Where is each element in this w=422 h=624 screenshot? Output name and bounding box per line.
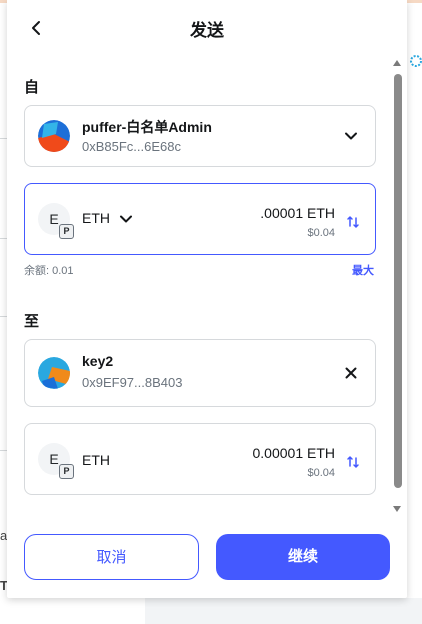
from-account-address: 0xB85Fc...6E68c xyxy=(82,139,181,154)
chevron-down-icon[interactable] xyxy=(343,128,359,144)
background-panel xyxy=(145,598,422,624)
asset-amount-card[interactable]: E P ETH .00001 ETH $0.04 xyxy=(24,183,376,255)
swap-vertical-icon[interactable] xyxy=(346,214,360,230)
background-divider xyxy=(0,450,7,451)
page-title: 发送 xyxy=(190,21,224,40)
account-avatar xyxy=(38,357,70,389)
background-divider xyxy=(0,316,7,317)
receive-amount: 0.00001 ETH xyxy=(252,445,336,461)
scrollbar-thumb[interactable] xyxy=(394,74,402,488)
cancel-button[interactable]: 取消 xyxy=(24,534,199,580)
receive-token-name: ETH xyxy=(82,452,110,468)
to-account-address: 0x9EF97...8B403 xyxy=(82,375,183,390)
scroll-up-arrow-icon[interactable] xyxy=(393,60,401,66)
receive-amount-card: E P ETH 0.00001 ETH $0.04 xyxy=(24,423,376,495)
send-dialog: 发送 自 puffer-白名单Admin 0xB85Fc...6E68c E P… xyxy=(7,0,407,598)
swap-vertical-icon[interactable] xyxy=(346,454,360,470)
from-label: 自 xyxy=(24,79,40,96)
from-account-selector[interactable]: puffer-白名单Admin 0xB85Fc...6E68c xyxy=(24,105,376,167)
background-divider xyxy=(0,238,7,239)
account-avatar xyxy=(38,120,70,152)
amount-input[interactable]: .00001 ETH xyxy=(260,205,335,221)
chevron-down-icon[interactable] xyxy=(118,211,134,227)
max-button[interactable]: 最大 xyxy=(352,262,374,278)
continue-button[interactable]: 继续 xyxy=(216,534,390,580)
to-account-name: key2 xyxy=(82,353,114,369)
fiat-value: $0.04 xyxy=(307,227,335,239)
scroll-down-arrow-icon[interactable] xyxy=(393,506,401,512)
to-account-card[interactable]: key2 0x9EF97...8B403 xyxy=(24,339,376,407)
gear-icon xyxy=(410,55,422,67)
background-page-bottom xyxy=(0,598,145,624)
network-badge-icon: P xyxy=(59,464,74,479)
background-divider xyxy=(0,138,7,139)
from-account-name: puffer-白名单Admin xyxy=(82,119,212,135)
receive-fiat-value: $0.04 xyxy=(307,467,335,479)
network-badge-icon: P xyxy=(59,224,74,239)
asset-token-name[interactable]: ETH xyxy=(82,210,110,226)
close-icon[interactable] xyxy=(343,365,359,381)
dialog-header: 发送 xyxy=(7,0,407,56)
to-label: 至 xyxy=(24,313,40,330)
balance-text: 余额: 0.01 xyxy=(24,265,74,277)
